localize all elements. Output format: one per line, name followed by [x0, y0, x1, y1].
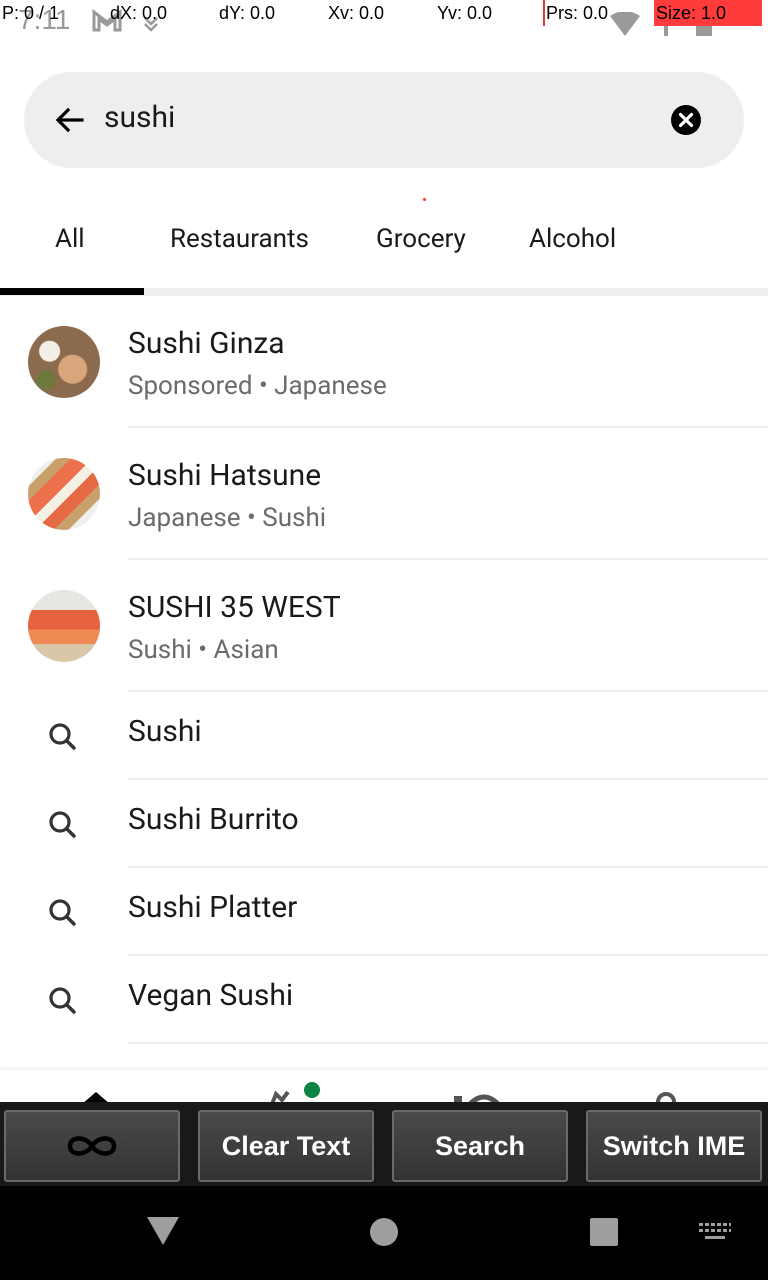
- system-navigation-bar: [0, 1186, 768, 1280]
- bottom-navigation: [0, 1070, 768, 1104]
- search-suggestion[interactable]: Sushi Burrito: [0, 780, 768, 868]
- tab-restaurants[interactable]: Restaurants: [170, 224, 309, 254]
- clear-circle-icon[interactable]: [670, 104, 702, 136]
- divider: [128, 1042, 768, 1044]
- arrow-left-icon[interactable]: [54, 104, 86, 136]
- search-bar: sushi: [24, 72, 744, 168]
- search-suggestion[interactable]: Sushi: [0, 692, 768, 780]
- overlay-dx: dX: 0.0: [110, 3, 168, 23]
- restaurant-thumbnail: [28, 326, 100, 398]
- suggestion-label: Sushi Platter: [128, 890, 298, 925]
- suggestion-label: Sushi: [128, 714, 202, 749]
- overlay-pressure: Prs: 0.0: [546, 3, 609, 23]
- keyboard-icon[interactable]: [698, 1222, 732, 1242]
- overlay-size: Size: 1.0: [654, 0, 762, 26]
- restaurant-meta: Sushi • Asian: [128, 635, 279, 665]
- suggestion-label: Vegan Sushi: [128, 978, 294, 1013]
- switch-ime-button[interactable]: Switch IME: [586, 1110, 762, 1182]
- search-suggestion[interactable]: Vegan Sushi: [0, 956, 768, 1044]
- suggestion-label: Sushi Burrito: [128, 802, 299, 837]
- back-triangle-icon[interactable]: [146, 1216, 180, 1246]
- restaurant-thumbnail: [28, 590, 100, 662]
- tab-grocery[interactable]: Grocery: [376, 224, 466, 254]
- restaurant-name: SUSHI 35 WEST: [128, 590, 341, 625]
- search-icon: [49, 987, 76, 1014]
- recents-square-icon[interactable]: [589, 1217, 619, 1247]
- search-input[interactable]: sushi: [104, 100, 175, 135]
- home-circle-icon[interactable]: [369, 1217, 399, 1247]
- overlay-xv: Xv: 0.0: [328, 3, 385, 23]
- category-tabs: All Restaurants Grocery Alcohol: [0, 200, 768, 296]
- ime-toolbar: Clear Text Search Switch IME: [0, 1102, 768, 1186]
- search-button[interactable]: Search: [392, 1110, 568, 1182]
- notification-dot: [304, 1082, 320, 1098]
- infinity-icon: [67, 1136, 117, 1156]
- search-suggestion[interactable]: Sushi Platter: [0, 868, 768, 956]
- restaurant-meta: Japanese • Sushi: [128, 503, 327, 533]
- search-icon: [49, 899, 76, 926]
- restaurant-name: Sushi Ginza: [128, 326, 285, 361]
- restaurant-result[interactable]: Sushi Hatsune Japanese • Sushi: [0, 428, 768, 560]
- tab-selected-indicator: [0, 288, 144, 295]
- restaurant-meta: Sponsored • Japanese: [128, 371, 387, 401]
- overlay-yv: Yv: 0.0: [437, 3, 493, 23]
- pointer-debug-overlay: P: 0 / 1 dX: 0.0 dY: 0.0 Xv: 0.0 Yv: 0.0…: [0, 0, 768, 26]
- search-icon: [49, 811, 76, 838]
- overlay-divider: [543, 0, 545, 26]
- clear-text-button[interactable]: Clear Text: [198, 1110, 374, 1182]
- restaurant-name: Sushi Hatsune: [128, 458, 322, 493]
- infinity-button[interactable]: [4, 1110, 180, 1182]
- restaurant-thumbnail: [28, 458, 100, 530]
- search-icon: [49, 723, 76, 750]
- tab-alcohol[interactable]: Alcohol: [529, 224, 616, 254]
- overlay-pointer-count: P: 0 / 1: [2, 3, 60, 23]
- restaurant-result[interactable]: SUSHI 35 WEST Sushi • Asian: [0, 560, 768, 692]
- restaurant-result[interactable]: Sushi Ginza Sponsored • Japanese: [0, 296, 768, 428]
- tab-all[interactable]: All: [55, 224, 85, 254]
- overlay-dy: dY: 0.0: [219, 3, 276, 23]
